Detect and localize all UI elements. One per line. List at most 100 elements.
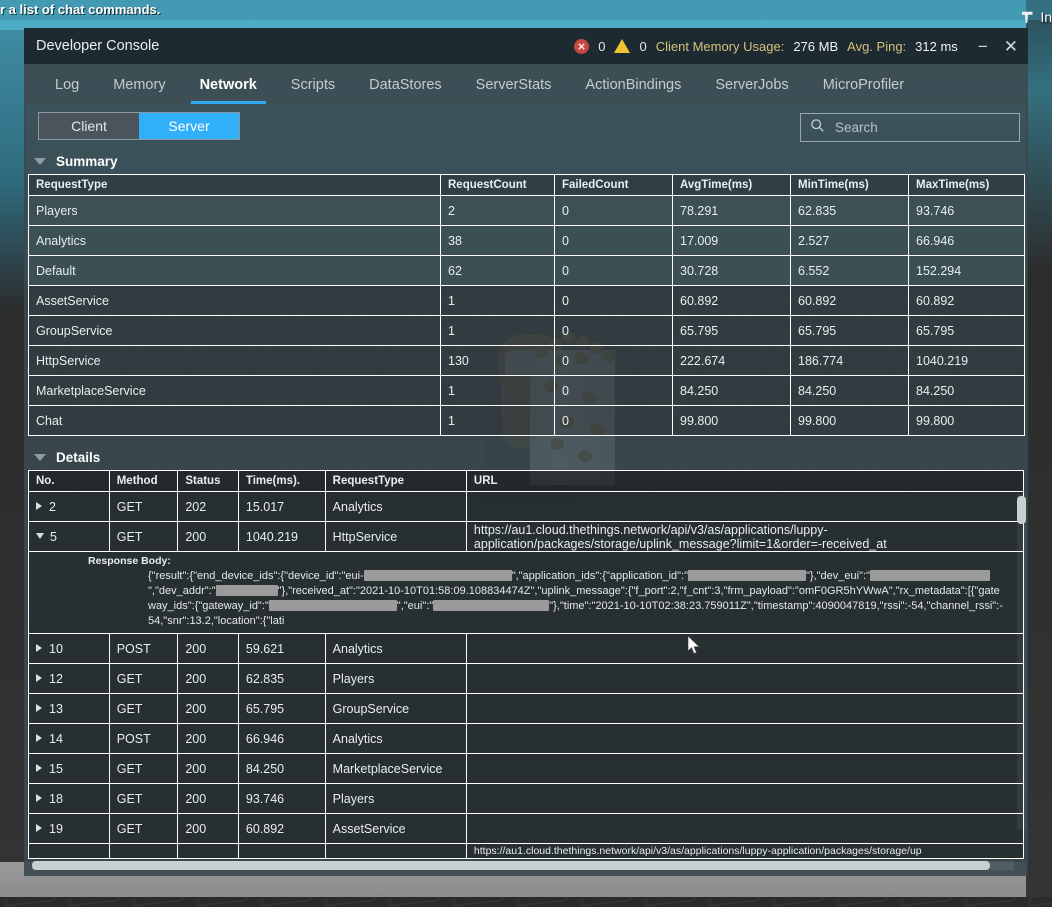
summary-cell-count: 1 xyxy=(440,405,555,436)
summary-col-header[interactable]: RequestType xyxy=(28,174,441,196)
table-row[interactable]: GroupService 1 0 65.795 65.795 65.795 xyxy=(28,315,1025,346)
summary-cell-count: 130 xyxy=(440,345,555,376)
table-row[interactable]: 5 GET 200 1040.219 HttpService https://au1.cl… xyxy=(28,521,1025,552)
details-cell-no[interactable]: 5 xyxy=(28,521,110,552)
client-toggle-button[interactable]: Client xyxy=(39,113,139,139)
table-row[interactable]: 18 GET 200 93.746 Players xyxy=(28,783,1025,814)
details-cell-no[interactable]: 14 xyxy=(28,723,110,754)
table-row[interactable]: 14 POST 200 66.946 Analytics xyxy=(28,723,1025,754)
redacted-value xyxy=(688,570,807,581)
server-toggle-button[interactable]: Server xyxy=(139,113,239,139)
details-cell-time: 84.250 xyxy=(237,753,326,784)
table-row[interactable]: 15 GET 200 84.250 MarketplaceService xyxy=(28,753,1025,784)
tab-serverstats[interactable]: ServerStats xyxy=(459,70,569,104)
details-cell-no[interactable]: 2 xyxy=(28,491,110,522)
details-table: No. Method Status Time(ms). RequestType URL 2… xyxy=(28,470,1025,859)
details-cell-no[interactable]: 13 xyxy=(28,693,110,724)
details-col-header[interactable]: Status xyxy=(177,470,239,492)
chevron-right-icon[interactable] xyxy=(36,823,42,832)
horizontal-scrollbar-thumb[interactable] xyxy=(32,861,990,870)
details-title: Details xyxy=(56,449,101,465)
chevron-down-icon[interactable] xyxy=(34,157,46,165)
table-row[interactable]: 12 GET 200 62.835 Players xyxy=(28,663,1025,694)
details-col-header[interactable]: Time(ms). xyxy=(237,470,326,492)
details-row-number: 12 xyxy=(49,671,63,686)
table-row[interactable]: 19 GET 200 60.892 AssetService xyxy=(28,813,1025,844)
window-title-bar: Developer Console 0 0 Client Memory Usag… xyxy=(24,28,1028,64)
table-row[interactable]: MarketplaceService 1 0 84.250 84.250 84.250 xyxy=(28,375,1025,406)
details-cell-no[interactable]: 10 xyxy=(28,633,110,664)
table-row[interactable]: 10 POST 200 59.621 Analytics xyxy=(28,633,1025,664)
details-cell-empty xyxy=(237,843,326,859)
summary-col-header[interactable]: FailedCount xyxy=(554,174,673,196)
table-row[interactable]: HttpService 130 0 222.674 186.774 1040.219 xyxy=(28,345,1025,376)
summary-cell-type: Default xyxy=(28,255,441,286)
redacted-value xyxy=(869,570,990,581)
summary-cell-failed: 0 xyxy=(554,315,673,346)
chevron-down-icon[interactable] xyxy=(36,532,44,539)
summary-col-header[interactable]: MaxTime(ms) xyxy=(908,174,1025,196)
table-row[interactable]: Analytics 38 0 17.009 2.527 66.946 xyxy=(28,225,1025,256)
hammer-icon[interactable]: In xyxy=(1019,8,1052,26)
details-cell-no[interactable]: 15 xyxy=(28,753,110,784)
details-cell-url xyxy=(465,783,1025,814)
table-row[interactable]: Players 2 0 78.291 62.835 93.746 xyxy=(28,195,1025,226)
details-col-header[interactable]: RequestType xyxy=(324,470,467,492)
tab-microprofiler[interactable]: MicroProfiler xyxy=(806,70,921,104)
details-cell-method: GET xyxy=(108,693,179,724)
details-cell-empty xyxy=(324,843,467,859)
details-row-number: 10 xyxy=(49,641,63,656)
table-row[interactable]: AssetService 1 0 60.892 60.892 60.892 xyxy=(28,285,1025,316)
details-cell-no[interactable]: 18 xyxy=(28,783,110,814)
details-cell-status: 200 xyxy=(177,693,239,724)
details-vertical-scrollbar-track[interactable] xyxy=(1017,494,1026,830)
chevron-right-icon[interactable] xyxy=(36,703,42,712)
details-col-header[interactable]: Method xyxy=(108,470,179,492)
search-input[interactable] xyxy=(833,119,987,136)
minimize-icon[interactable]: − xyxy=(978,38,988,55)
details-cell-requesttype: Players xyxy=(324,783,467,814)
summary-col-header[interactable]: RequestCount xyxy=(440,174,555,196)
tab-scripts[interactable]: Scripts xyxy=(274,70,352,104)
tab-network[interactable]: Network xyxy=(183,70,274,104)
tab-serverjobs[interactable]: ServerJobs xyxy=(698,70,805,104)
avg-ping-label: Avg. Ping: xyxy=(847,38,907,54)
details-cell-method: GET xyxy=(108,491,179,522)
chevron-right-icon[interactable] xyxy=(36,673,42,682)
tab-log[interactable]: Log xyxy=(38,70,96,104)
warning-count: 0 xyxy=(639,38,647,54)
chevron-right-icon[interactable] xyxy=(36,793,42,802)
close-icon[interactable]: ✕ xyxy=(1004,38,1018,55)
summary-cell-type: Chat xyxy=(28,405,441,436)
details-section-header[interactable]: Details xyxy=(24,444,1028,470)
search-box[interactable] xyxy=(800,113,1020,142)
chevron-down-icon[interactable] xyxy=(34,453,46,461)
chevron-right-icon[interactable] xyxy=(36,733,42,742)
details-cell-no[interactable]: 19 xyxy=(28,813,110,844)
tab-memory[interactable]: Memory xyxy=(96,70,182,104)
chevron-right-icon[interactable] xyxy=(36,643,42,652)
chevron-right-icon[interactable] xyxy=(36,763,42,772)
summary-cell-count: 38 xyxy=(440,225,555,256)
details-cell-time: 65.795 xyxy=(237,693,326,724)
summary-section-header[interactable]: Summary xyxy=(24,148,1028,174)
summary-col-header[interactable]: MinTime(ms) xyxy=(790,174,909,196)
tab-actionbindings[interactable]: ActionBindings xyxy=(568,70,698,104)
table-row[interactable]: Default 62 0 30.728 6.552 152.294 xyxy=(28,255,1025,286)
summary-col-header[interactable]: AvgTime(ms) xyxy=(672,174,791,196)
table-row[interactable]: 2 GET 202 15.017 Analytics xyxy=(28,491,1025,522)
details-vertical-scrollbar-thumb[interactable] xyxy=(1017,496,1026,524)
console-body: Log Memory Network Scripts DataStores ServerS… xyxy=(24,64,1028,876)
details-cell-url: https://au1.cloud.thethings.network/api/… xyxy=(465,521,1025,552)
details-cell-no[interactable]: 12 xyxy=(28,663,110,694)
table-row-partial[interactable]: https://au1.cloud.thethings.network/api/… xyxy=(28,843,1025,859)
chevron-right-icon[interactable] xyxy=(36,501,42,510)
details-cell-url xyxy=(465,491,1025,522)
table-row[interactable]: Chat 1 0 99.800 99.800 99.800 xyxy=(28,405,1025,436)
window-controls: − ✕ xyxy=(978,38,1018,55)
details-col-header[interactable]: No. xyxy=(28,470,110,492)
tab-datastores[interactable]: DataStores xyxy=(352,70,459,104)
redacted-value xyxy=(268,600,397,611)
details-col-header[interactable]: URL xyxy=(465,470,1025,492)
table-row[interactable]: 13 GET 200 65.795 GroupService xyxy=(28,693,1025,724)
